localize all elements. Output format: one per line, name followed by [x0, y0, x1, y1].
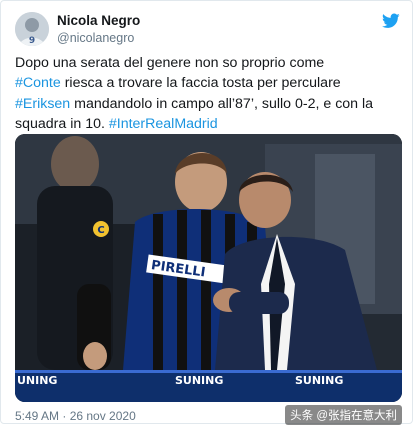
tweet-timestamp[interactable]: 5:49 AM · 26 nov 2020: [15, 409, 136, 423]
tweet-text-part: Dopo una serata del genere non so propri…: [15, 55, 325, 71]
tweet-text: Dopo una serata del genere non so propri…: [15, 53, 405, 134]
hashtag-eriksen[interactable]: #Eriksen: [15, 96, 70, 112]
author-handle[interactable]: @nicolanegro: [57, 31, 134, 45]
hashtag-conte[interactable]: #Conte: [15, 75, 61, 91]
svg-text:9: 9: [29, 36, 35, 46]
captain-badge-text: C: [97, 225, 104, 236]
hashtag-interrealmadrid[interactable]: #InterRealMadrid: [109, 116, 218, 132]
board-right-text: SUNING: [295, 374, 343, 387]
avatar[interactable]: 9: [15, 12, 49, 46]
tweet-photo[interactable]: UNING SUNING SUNING PIRELLI C: [15, 134, 402, 402]
board-left-text: UNING: [17, 374, 57, 387]
tweet-card: 9 Nicola Negro @nicolanegro Dopo una ser…: [0, 0, 413, 425]
source-watermark: 头条 @张指在意大利: [285, 405, 402, 425]
board-mid-text: SUNING: [175, 374, 223, 387]
author-name[interactable]: Nicola Negro: [57, 13, 140, 28]
tweet-text-part: riesca a trovare la faccia tosta per per…: [60, 75, 341, 92]
twitter-bird-icon[interactable]: [382, 13, 400, 29]
